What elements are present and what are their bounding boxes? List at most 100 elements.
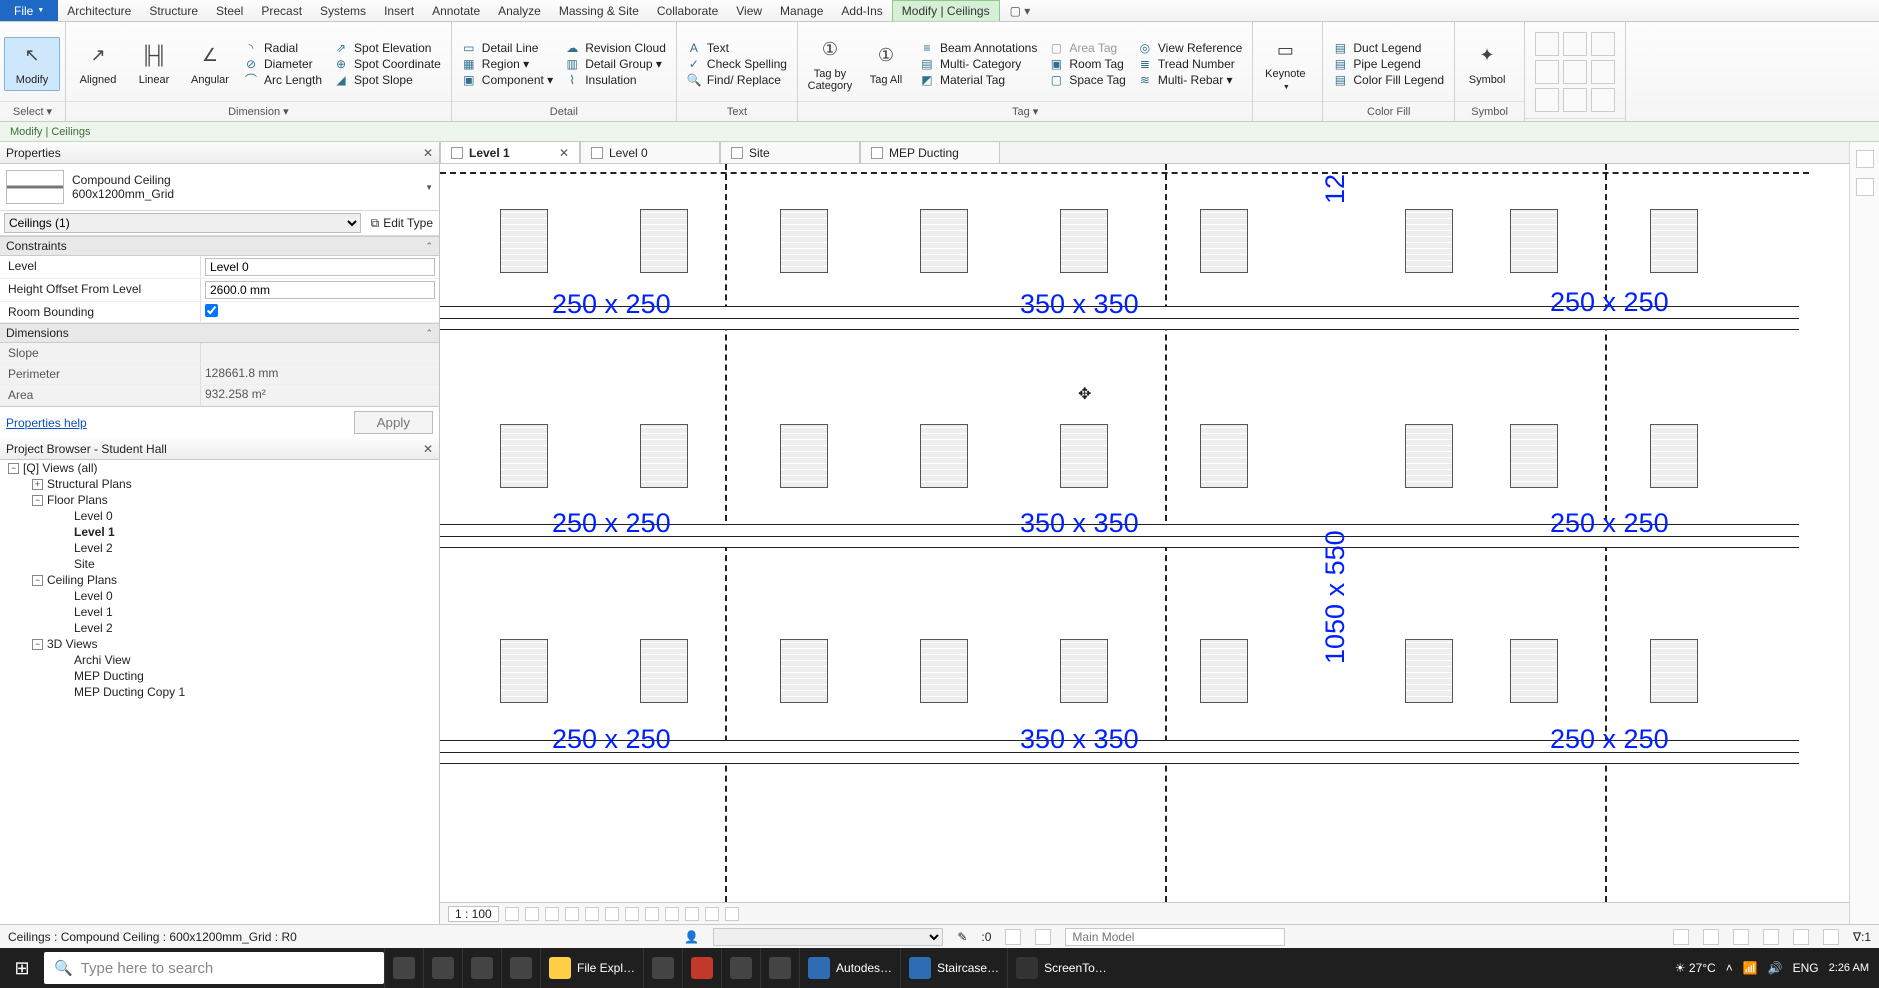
spot-slope[interactable]: ◢Spot Slope <box>334 73 441 87</box>
category-filter[interactable]: Ceilings (1) <box>4 213 361 233</box>
modify-tool[interactable]: ↖ Modify <box>4 37 60 91</box>
level-input[interactable] <box>205 258 435 276</box>
vc-icon[interactable] <box>665 907 679 921</box>
menu-structure[interactable]: Structure <box>140 0 207 21</box>
editable-only-icon[interactable]: ✎ <box>957 930 967 944</box>
vc-icon[interactable] <box>725 907 739 921</box>
beam-annotations[interactable]: ≡Beam Annotations <box>920 41 1037 55</box>
expand-icon[interactable]: − <box>32 639 43 650</box>
expand-icon[interactable]: + <box>32 479 43 490</box>
keynote[interactable]: ▭Keynote▼ <box>1257 32 1313 95</box>
type-dropdown-icon[interactable]: ▼ <box>425 183 433 192</box>
tag-all[interactable]: ①Tag All <box>858 38 914 90</box>
tab-level1[interactable]: Level 1✕ <box>440 141 580 163</box>
tb-revit2[interactable]: Staircase… <box>900 948 1007 988</box>
nav-icon[interactable] <box>1856 178 1874 196</box>
vc-icon[interactable] <box>605 907 619 921</box>
revision-cloud[interactable]: ☁Revision Cloud <box>565 41 666 55</box>
tab-site[interactable]: Site <box>720 141 860 163</box>
properties-close[interactable]: ✕ <box>423 146 433 160</box>
arc-length-dim[interactable]: ⌒Arc Length <box>244 73 322 87</box>
ribbon-display-options[interactable]: ▢ ▾ <box>1000 0 1041 21</box>
tab-mep[interactable]: MEP Ducting <box>860 141 1000 163</box>
vc-icon[interactable] <box>525 907 539 921</box>
floor-level1[interactable]: Level 1 <box>74 525 115 539</box>
tray-wifi-icon[interactable]: 📶 <box>1743 961 1758 975</box>
floor-level2[interactable]: Level 2 <box>74 541 113 555</box>
ceil-level1[interactable]: Level 1 <box>74 605 113 619</box>
views-root[interactable]: [Q] Views (all) <box>23 461 97 475</box>
menu-steel[interactable]: Steel <box>207 0 252 21</box>
menu-annotate[interactable]: Annotate <box>423 0 489 21</box>
tray-lang[interactable]: ENG <box>1793 961 1819 975</box>
check-spelling[interactable]: ✓Check Spelling <box>687 57 787 71</box>
tray-chevron-icon[interactable]: ˄ <box>1726 961 1733 975</box>
angular-dim[interactable]: ∠Angular <box>182 38 238 90</box>
edit-type-button[interactable]: ⧉Edit Type <box>365 216 439 231</box>
tab-level0[interactable]: Level 0 <box>580 141 720 163</box>
sel-icon[interactable] <box>1733 929 1749 945</box>
menu-precast[interactable]: Precast <box>252 0 311 21</box>
sel-icon[interactable] <box>1703 929 1719 945</box>
main-model-selector[interactable]: Main Model <box>1065 928 1285 946</box>
system-tray[interactable]: ☀ 27°C ˄ 📶 🔊 ENG 2:26 AM <box>1665 961 1879 975</box>
ceil-level2[interactable]: Level 2 <box>74 621 113 635</box>
room-tag[interactable]: ▣Room Tag <box>1049 57 1126 71</box>
vc-icon[interactable] <box>585 907 599 921</box>
modify-icon[interactable] <box>1591 32 1615 56</box>
tag-by-category[interactable]: ①Tag by Category <box>802 32 858 96</box>
multi-category-tag[interactable]: ▤Multi- Category <box>920 57 1037 71</box>
tb-app[interactable] <box>423 948 462 988</box>
radial-dim[interactable]: ◝Radial <box>244 41 322 55</box>
structural-plans[interactable]: Structural Plans <box>47 477 132 491</box>
task-view[interactable] <box>384 948 423 988</box>
menu-insert[interactable]: Insert <box>375 0 423 21</box>
linear-dim[interactable]: ╟╢Linear <box>126 38 182 90</box>
view-reference[interactable]: ◎View Reference <box>1138 41 1243 55</box>
symbol[interactable]: ✦Symbol <box>1459 38 1515 90</box>
space-tag[interactable]: ▢Space Tag <box>1049 73 1126 87</box>
insulation[interactable]: ⌇Insulation <box>565 73 666 87</box>
modify-icon[interactable] <box>1563 32 1587 56</box>
vc-icon[interactable] <box>685 907 699 921</box>
tb-app[interactable] <box>721 948 760 988</box>
properties-help-link[interactable]: Properties help <box>6 416 87 430</box>
menu-addins[interactable]: Add-Ins <box>832 0 891 21</box>
detail-line[interactable]: ▭Detail Line <box>462 41 553 55</box>
colorfill-legend[interactable]: ▤Color Fill Legend <box>1333 73 1444 87</box>
vc-icon[interactable] <box>625 907 639 921</box>
find-replace[interactable]: 🔍Find/ Replace <box>687 73 787 87</box>
floor-plans[interactable]: Floor Plans <box>47 493 108 507</box>
view-scale[interactable]: 1 : 100 <box>448 906 499 922</box>
floor-level0[interactable]: Level 0 <box>74 509 113 523</box>
vc-icon[interactable] <box>545 907 559 921</box>
roombound-checkbox[interactable] <box>205 304 218 317</box>
menu-context-modify-ceilings[interactable]: Modify | Ceilings <box>892 0 1000 21</box>
offset-input[interactable] <box>205 281 435 299</box>
menu-massing-site[interactable]: Massing & Site <box>550 0 648 21</box>
expand-icon[interactable]: − <box>8 463 19 474</box>
select-group-label[interactable]: Select ▾ <box>0 101 65 121</box>
tb-revit[interactable]: Autodes… <box>799 948 900 988</box>
ceiling-plans[interactable]: Ceiling Plans <box>47 573 117 587</box>
spot-elevation[interactable]: ⇗Spot Elevation <box>334 41 441 55</box>
vc-icon[interactable] <box>565 907 579 921</box>
vc-icon[interactable] <box>645 907 659 921</box>
expand-icon[interactable]: − <box>32 575 43 586</box>
dimension-group-label[interactable]: Dimension ▾ <box>66 101 451 121</box>
region[interactable]: ▦Region ▾ <box>462 57 553 71</box>
modify-icon[interactable] <box>1591 88 1615 112</box>
weather-widget[interactable]: ☀ 27°C <box>1675 961 1716 975</box>
diameter-dim[interactable]: ⊘Diameter <box>244 57 322 71</box>
constraints-section[interactable]: Constraints⌃ <box>0 236 439 256</box>
type-selector[interactable]: Compound Ceiling 600x1200mm_Grid ▼ <box>0 164 439 211</box>
detail-group[interactable]: ▥Detail Group ▾ <box>565 57 666 71</box>
3d-archi[interactable]: Archi View <box>74 653 130 667</box>
modify-icon[interactable] <box>1535 88 1559 112</box>
modify-icon[interactable] <box>1535 32 1559 56</box>
dimensions-section[interactable]: Dimensions⌃ <box>0 323 439 343</box>
spot-coordinate[interactable]: ⊕Spot Coordinate <box>334 57 441 71</box>
material-tag[interactable]: ◩Material Tag <box>920 73 1037 87</box>
component[interactable]: ▣Component ▾ <box>462 73 553 87</box>
tread-number[interactable]: ≣Tread Number <box>1138 57 1243 71</box>
